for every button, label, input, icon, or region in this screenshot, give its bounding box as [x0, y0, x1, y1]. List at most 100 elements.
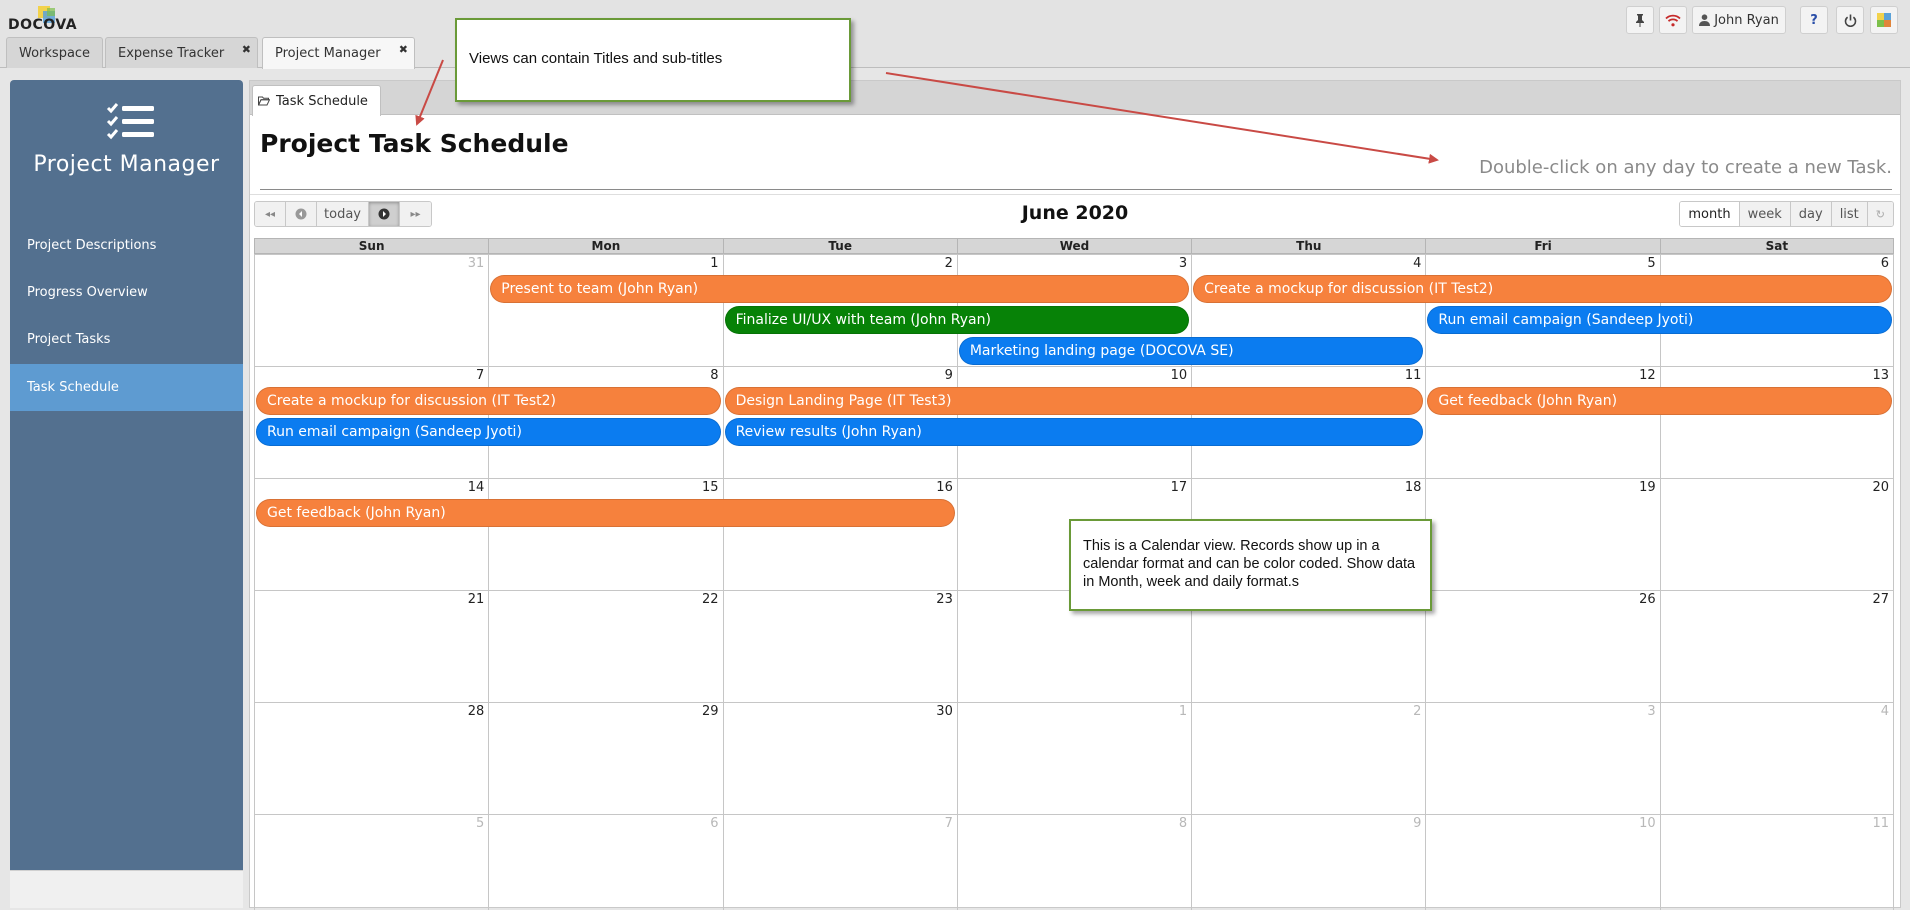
- calendar-event[interactable]: Get feedback (John Ryan): [256, 499, 955, 527]
- day-number: 2: [1413, 704, 1422, 719]
- sidebar-item-progress-overview[interactable]: Progress Overview: [10, 269, 243, 316]
- day-number: 14: [467, 480, 485, 495]
- page-subtitle: Double-click on any day to create a new …: [1479, 157, 1892, 178]
- calendar-day-cell[interactable]: 10: [1425, 814, 1660, 910]
- calendar-event[interactable]: Design Landing Page (IT Test3): [724, 387, 1424, 415]
- day-number: 9: [1413, 816, 1422, 831]
- calendar-day-cell[interactable]: 11: [1659, 814, 1894, 910]
- sidebar-item-label: Task Schedule: [27, 380, 119, 395]
- view-button-label: day: [1798, 206, 1823, 222]
- day-number: 7: [476, 368, 485, 383]
- calendar-day-cell[interactable]: 30: [722, 702, 957, 814]
- calendar-day-cell[interactable]: 1: [488, 254, 723, 366]
- help-button[interactable]: ?: [1800, 6, 1828, 34]
- day-number: 29: [702, 704, 719, 719]
- day-number: 20: [1872, 480, 1889, 495]
- logo-text: DOCOVA: [8, 17, 78, 33]
- day-view-button[interactable]: day: [1790, 202, 1832, 226]
- view-tab-task-schedule[interactable]: Task Schedule: [252, 85, 381, 116]
- calendar-day-cell[interactable]: 26: [1425, 590, 1660, 702]
- calendar-day-cell[interactable]: 2: [1191, 702, 1426, 814]
- close-tab-icon[interactable]: ✖: [242, 43, 251, 56]
- calendar-day-cell[interactable]: 16: [722, 478, 957, 590]
- calendar-day-cell[interactable]: 21: [254, 590, 489, 702]
- calendar-event[interactable]: Review results (John Ryan): [724, 418, 1424, 446]
- docova-logo[interactable]: DOCOVA: [8, 6, 78, 34]
- calendar-day-cell[interactable]: 29: [488, 702, 723, 814]
- calendar-month-title: June 2020: [1021, 202, 1129, 224]
- app-switcher-button[interactable]: [1870, 6, 1898, 34]
- refresh-button[interactable]: ↻: [1867, 202, 1893, 226]
- day-number: 8: [710, 368, 719, 383]
- calendar-day-cell[interactable]: 13: [1659, 366, 1894, 478]
- calendar-day-cell[interactable]: 5: [254, 814, 489, 910]
- calendar-day-cell[interactable]: 6: [488, 814, 723, 910]
- calendar-day-cell[interactable]: 22: [488, 590, 723, 702]
- day-of-week-header: Tue: [722, 238, 957, 254]
- calendar-day-cell[interactable]: 1: [956, 702, 1192, 814]
- sidebar-footer: [10, 870, 243, 908]
- calendar-day-cell[interactable]: 8: [956, 814, 1192, 910]
- view-button-label: list: [1839, 206, 1859, 222]
- calendar-day-cell[interactable]: 12: [1425, 366, 1660, 478]
- day-number: 7: [944, 816, 953, 831]
- close-tab-icon[interactable]: ✖: [399, 43, 408, 56]
- pin-button[interactable]: [1626, 6, 1654, 34]
- day-number: 22: [702, 592, 719, 607]
- app-tab-project-manager[interactable]: Project Manager ✖: [262, 37, 415, 69]
- calendar-event[interactable]: Present to team (John Ryan): [490, 275, 1190, 303]
- day-number: 30: [936, 704, 953, 719]
- calendar-event[interactable]: Run email campaign (Sandeep Jyoti): [256, 418, 721, 446]
- day-number: 2: [944, 256, 953, 271]
- sidebar-item-project-tasks[interactable]: Project Tasks: [10, 316, 243, 363]
- calendar-day-cell[interactable]: 7: [722, 814, 957, 910]
- calendar-day-cell[interactable]: 31: [254, 254, 489, 366]
- sidebar-item-task-schedule[interactable]: Task Schedule: [10, 364, 243, 411]
- view-button-label: month: [1688, 206, 1731, 222]
- day-number: 21: [467, 592, 485, 607]
- checklist-icon: [106, 103, 154, 140]
- title-divider: [260, 189, 1892, 190]
- app-tab-expense-tracker[interactable]: Expense Tracker ✖: [105, 37, 258, 68]
- calendar-event[interactable]: Get feedback (John Ryan): [1427, 387, 1892, 415]
- day-of-week-header: Sun: [254, 238, 489, 254]
- day-number: 3: [1647, 704, 1656, 719]
- calendar-day-cell[interactable]: 14: [254, 478, 489, 590]
- calendar-event[interactable]: Create a mockup for discussion (IT Test2…: [256, 387, 721, 415]
- sidebar-item-project-descriptions[interactable]: Project Descriptions: [10, 222, 243, 269]
- calendar-day-cell[interactable]: 4: [1659, 702, 1894, 814]
- logout-button[interactable]: [1836, 6, 1864, 34]
- user-menu-button[interactable]: John Ryan: [1692, 6, 1786, 34]
- day-number: 1: [1178, 704, 1188, 719]
- calendar-event[interactable]: Marketing landing page (DOCOVA SE): [958, 337, 1424, 365]
- app-tab-workspace[interactable]: Workspace: [6, 37, 103, 68]
- day-number: 1: [710, 256, 719, 271]
- calendar-day-cell[interactable]: 28: [254, 702, 489, 814]
- calendar-event[interactable]: Finalize UI/UX with team (John Ryan): [724, 306, 1190, 334]
- calendar-day-cell[interactable]: 9: [1191, 814, 1426, 910]
- calendar-day-cell[interactable]: 20: [1659, 478, 1894, 590]
- day-number: 17: [1170, 480, 1188, 495]
- month-view-button[interactable]: month: [1680, 202, 1740, 226]
- day-of-week-header: Thu: [1191, 238, 1426, 254]
- day-number: 27: [1872, 592, 1889, 607]
- calendar-event[interactable]: Create a mockup for discussion (IT Test2…: [1193, 275, 1892, 303]
- calendar-day-cell[interactable]: 3: [1425, 702, 1660, 814]
- calendar-day-cell[interactable]: 27: [1659, 590, 1894, 702]
- refresh-icon: ↻: [1875, 207, 1885, 221]
- callout-views-note: Views can contain Titles and sub-titles: [455, 18, 851, 102]
- sidebar: Project Manager Project Descriptions Pro…: [10, 80, 243, 908]
- page-title: Project Task Schedule: [260, 129, 569, 158]
- help-icon: ?: [1810, 12, 1818, 28]
- calendar-day-cell[interactable]: 19: [1425, 478, 1660, 590]
- calendar-day-cell[interactable]: 23: [722, 590, 957, 702]
- calendar-day-cell[interactable]: 15: [488, 478, 723, 590]
- day-number: 31: [467, 256, 485, 271]
- list-view-button[interactable]: list: [1831, 202, 1868, 226]
- day-number: 15: [702, 480, 719, 495]
- connection-status-button[interactable]: [1659, 6, 1687, 34]
- day-number: 28: [467, 704, 485, 719]
- week-view-button[interactable]: week: [1739, 202, 1791, 226]
- calendar-event[interactable]: Run email campaign (Sandeep Jyoti): [1427, 306, 1892, 334]
- toolbar-divider: [250, 194, 1900, 195]
